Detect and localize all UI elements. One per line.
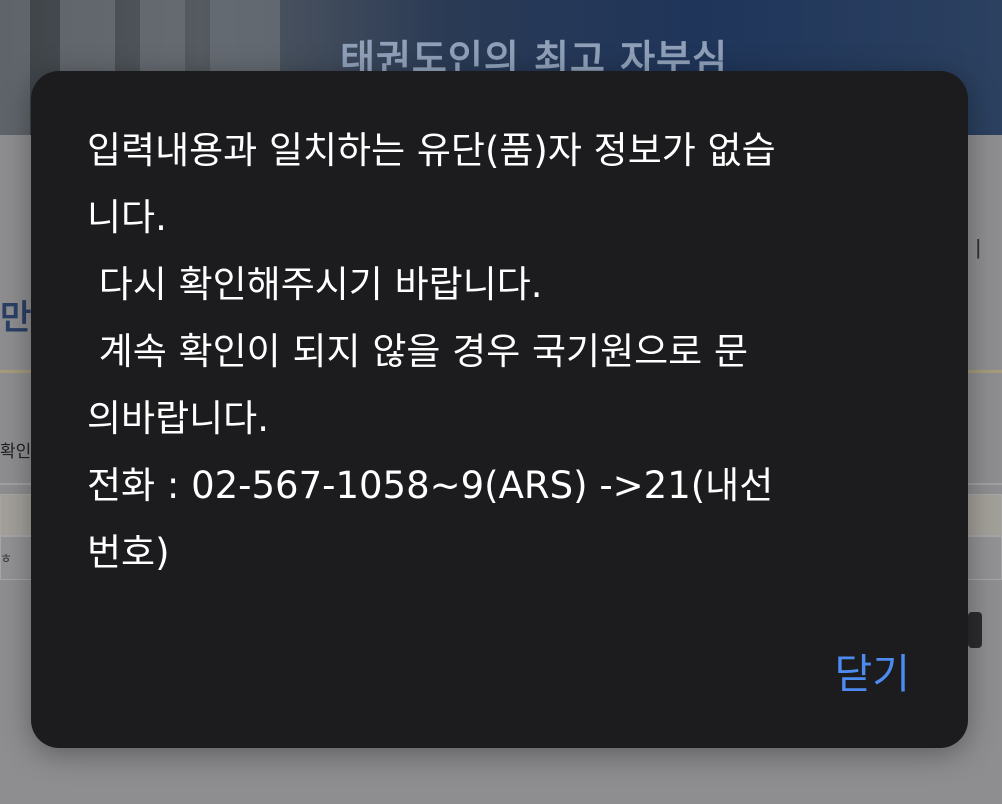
banner-photo-figure: [0, 0, 30, 135]
close-button[interactable]: 닫기: [835, 644, 910, 704]
form-label-fragment: 확인: [0, 442, 32, 462]
background-button: [968, 612, 982, 648]
alert-dialog: 입력내용과 일치하는 유단(품)자 정보가 없습 니다. 다시 확인해주시기 바…: [31, 71, 968, 748]
alert-message: 입력내용과 일치하는 유단(품)자 정보가 없습 니다. 다시 확인해주시기 바…: [87, 129, 776, 574]
result-row-fragment: ㅎ: [0, 552, 12, 567]
side-text-fragment: ㅣ: [968, 238, 989, 263]
